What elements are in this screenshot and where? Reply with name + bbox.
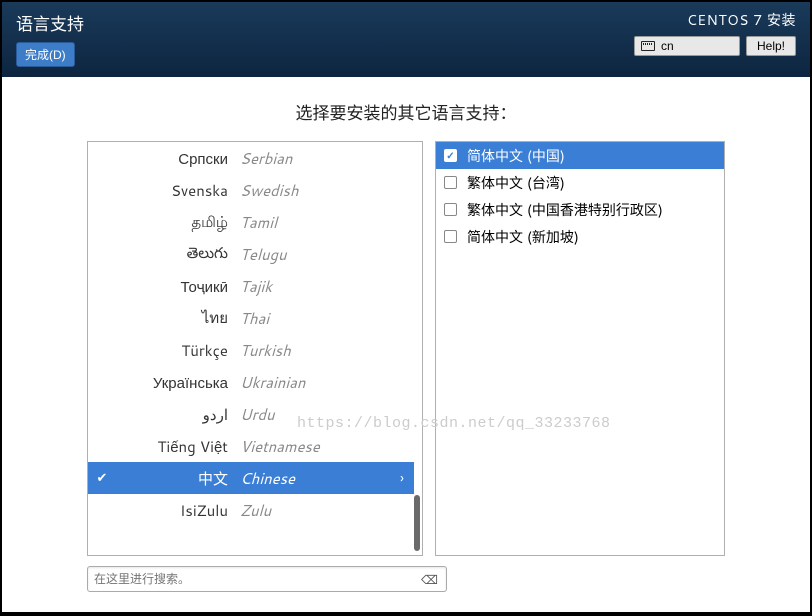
- locale-row[interactable]: 简体中文 (新加坡): [436, 223, 724, 250]
- locale-label: 简体中文 (中国): [467, 146, 565, 166]
- language-native: ไทย: [116, 306, 240, 330]
- language-native: Tiếng Việt: [116, 436, 240, 457]
- locale-checkbox[interactable]: [444, 230, 457, 243]
- language-english: Chinese: [240, 468, 390, 489]
- subtitle: 选择要安装的其它语言支持：: [87, 99, 725, 125]
- language-english: Turkish: [240, 340, 390, 361]
- language-row[interactable]: ✔中文Chinese›: [88, 462, 414, 494]
- language-row[interactable]: TürkçeTurkish: [88, 334, 414, 366]
- locale-checkbox[interactable]: [444, 149, 457, 162]
- search-input[interactable]: [94, 572, 419, 586]
- language-row[interactable]: اردوUrdu: [88, 398, 414, 430]
- clear-icon[interactable]: ⌫: [419, 571, 440, 588]
- language-english: Tajik: [240, 276, 390, 297]
- header: 语言支持 完成(D) CENTOS 7 安装 cn Help!: [2, 2, 810, 77]
- keyboard-icon: [641, 41, 655, 51]
- language-native: IsiZulu: [116, 500, 240, 521]
- header-right: CENTOS 7 安装 cn Help!: [634, 10, 796, 56]
- panels: СрпскиSerbianSvenskaSwedishதமிழ்Tamilతెల…: [87, 141, 725, 556]
- search-row: ⌫: [87, 566, 447, 592]
- scrollbar[interactable]: [414, 144, 420, 553]
- language-native: Српски: [116, 148, 240, 169]
- language-row[interactable]: СрпскиSerbian: [88, 142, 414, 174]
- locale-row[interactable]: 简体中文 (中国): [436, 142, 724, 169]
- language-english: Urdu: [240, 404, 390, 425]
- scrollbar-thumb[interactable]: [414, 495, 420, 551]
- locale-label: 简体中文 (新加坡): [467, 227, 579, 247]
- language-english: Ukrainian: [240, 372, 390, 393]
- language-english: Telugu: [240, 244, 390, 265]
- installer-window: 语言支持 完成(D) CENTOS 7 安装 cn Help! 选择要安装的其它…: [2, 2, 810, 612]
- locale-row[interactable]: 繁体中文 (台湾): [436, 169, 724, 196]
- language-native: Українська: [116, 372, 240, 393]
- language-native: 中文: [116, 468, 240, 489]
- language-english: Zulu: [240, 500, 390, 521]
- language-native: Тоҷикӣ: [116, 276, 240, 297]
- keyboard-layout-label: cn: [661, 39, 674, 53]
- language-native: தமிழ்: [116, 211, 240, 233]
- language-native: Türkçe: [116, 340, 240, 361]
- language-native: Svenska: [116, 180, 240, 201]
- body: 选择要安装的其它语言支持： https://blog.csdn.net/qq_3…: [2, 77, 810, 612]
- language-english: Thai: [240, 308, 390, 329]
- header-left: 语言支持 完成(D): [16, 10, 84, 67]
- page-title: 语言支持: [16, 10, 84, 36]
- language-row[interactable]: SvenskaSwedish: [88, 174, 414, 206]
- locale-row[interactable]: 繁体中文 (中国香港特别行政区): [436, 196, 724, 223]
- done-button[interactable]: 完成(D): [16, 42, 75, 67]
- locale-label: 繁体中文 (中国香港特别行政区): [467, 200, 663, 220]
- language-row[interactable]: Tiếng ViệtVietnamese: [88, 430, 414, 462]
- search-box[interactable]: ⌫: [87, 566, 447, 592]
- install-title: CENTOS 7 安装: [687, 10, 796, 30]
- language-list[interactable]: СрпскиSerbianSvenskaSwedishதமிழ்Tamilతెల…: [87, 141, 423, 556]
- check-icon: ✔: [88, 469, 116, 487]
- language-row[interactable]: ТоҷикӣTajik: [88, 270, 414, 302]
- locale-label: 繁体中文 (台湾): [467, 173, 565, 193]
- language-english: Tamil: [240, 212, 390, 233]
- language-row[interactable]: தமிழ்Tamil: [88, 206, 414, 238]
- language-english: Swedish: [240, 180, 390, 201]
- locale-list[interactable]: 简体中文 (中国) 繁体中文 (台湾) 繁体中文 (中国香港特别行政区) 简体中文 (…: [435, 141, 725, 556]
- locale-checkbox[interactable]: [444, 176, 457, 189]
- language-row[interactable]: ไทยThai: [88, 302, 414, 334]
- header-controls: cn Help!: [634, 36, 796, 56]
- locale-checkbox[interactable]: [444, 203, 457, 216]
- language-scroll: СрпскиSerbianSvenskaSwedishதமிழ்Tamilతెల…: [88, 142, 414, 555]
- language-english: Vietnamese: [240, 436, 390, 457]
- language-native: اردو: [116, 404, 240, 425]
- language-native: తెలుగు: [116, 242, 240, 266]
- language-row[interactable]: తెలుగుTelugu: [88, 238, 414, 270]
- language-row[interactable]: IsiZuluZulu: [88, 494, 414, 526]
- content: 选择要安装的其它语言支持： https://blog.csdn.net/qq_3…: [87, 99, 725, 592]
- keyboard-layout-button[interactable]: cn: [634, 36, 740, 56]
- language-english: Serbian: [240, 148, 390, 169]
- help-button[interactable]: Help!: [746, 36, 796, 56]
- language-row[interactable]: УкраїнськаUkrainian: [88, 366, 414, 398]
- chevron-right-icon: ›: [390, 468, 414, 488]
